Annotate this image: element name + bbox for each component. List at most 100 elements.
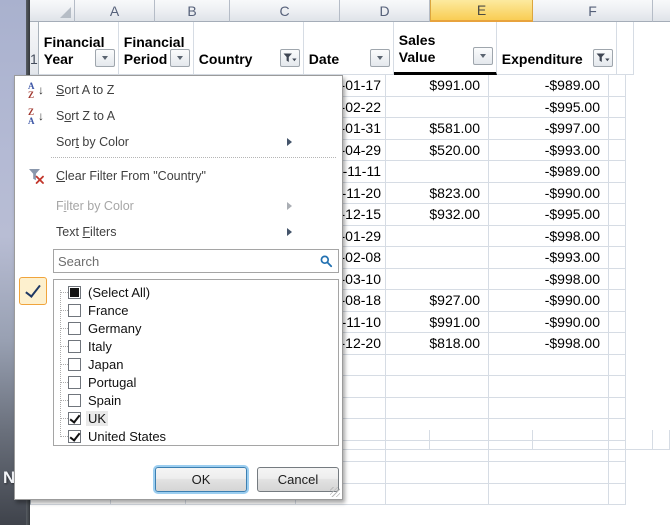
cell-g-sliver xyxy=(609,97,626,119)
filter-button-year[interactable] xyxy=(95,49,115,67)
cell-sales-value[interactable] xyxy=(386,226,489,248)
menu-item-sort-a-to-z[interactable]: AZ↓ Sort A to Z xyxy=(17,78,340,102)
cell-expenditure[interactable]: -$995.00 xyxy=(489,97,609,119)
cell-expenditure[interactable]: -$995.00 xyxy=(489,204,609,226)
column-header-d[interactable]: D xyxy=(340,0,430,22)
cell-date[interactable] xyxy=(340,430,430,450)
cell-expenditure[interactable]: -$989.00 xyxy=(489,161,609,183)
menu-item-sort-z-to-a[interactable]: ZA↓ Sort Z to A xyxy=(17,104,340,128)
column-header-f[interactable]: F xyxy=(533,0,653,22)
filter-value-row[interactable]: United States xyxy=(54,427,338,445)
filter-value-row[interactable]: Portugal xyxy=(54,373,338,391)
cell-sales-value[interactable]: $932.00 xyxy=(386,204,489,226)
filter-value-label: France xyxy=(86,303,130,318)
filter-button-period[interactable] xyxy=(170,49,190,67)
filter-value-row[interactable]: France xyxy=(54,301,338,319)
dropdown-arrow-icon xyxy=(480,54,486,58)
cell-sales-value[interactable] xyxy=(386,161,489,183)
cell-expenditure[interactable] xyxy=(489,484,609,506)
cell-g1-sliver xyxy=(617,22,634,75)
ok-button[interactable]: OK xyxy=(155,467,247,492)
cell-expenditure[interactable]: -$993.00 xyxy=(489,140,609,162)
filter-value-row[interactable]: Spain xyxy=(54,391,338,409)
apply-check-button[interactable] xyxy=(19,277,47,305)
cell-g-sliver xyxy=(609,140,626,162)
cell-sales-value[interactable] xyxy=(386,269,489,291)
cell-expenditure[interactable] xyxy=(489,462,609,484)
filter-value-row[interactable]: Italy xyxy=(54,337,338,355)
cell-expenditure[interactable]: -$998.00 xyxy=(489,269,609,291)
cell-expenditure[interactable] xyxy=(489,376,609,398)
filter-value-row[interactable]: (Select All) xyxy=(54,283,338,301)
cell-sales-value[interactable] xyxy=(386,398,489,420)
cell-sales-value[interactable] xyxy=(386,355,489,377)
cell-expenditure[interactable]: -$998.00 xyxy=(489,333,609,355)
checkbox-icon[interactable] xyxy=(68,394,81,407)
cell-sales-value[interactable] xyxy=(386,97,489,119)
cell-sales-value[interactable] xyxy=(430,430,533,450)
cell-sales-value[interactable] xyxy=(386,484,489,506)
cell-sales-value[interactable]: $823.00 xyxy=(386,183,489,205)
menu-item-text-filters[interactable]: Text Filters xyxy=(17,220,340,244)
cell-expenditure[interactable]: -$990.00 xyxy=(489,312,609,334)
cell-expenditure[interactable] xyxy=(489,398,609,420)
row-header-1[interactable]: 1 xyxy=(30,22,39,75)
cell-sales-value[interactable] xyxy=(386,247,489,269)
filter-button-sales-value[interactable] xyxy=(473,47,493,65)
column-header-a[interactable]: A xyxy=(75,0,155,22)
checkbox-icon[interactable] xyxy=(68,376,81,389)
cell-sales-value[interactable]: $927.00 xyxy=(386,290,489,312)
column-header-e-selected[interactable]: E xyxy=(430,0,533,22)
menu-item-clear-filter[interactable]: Clear Filter From "Country" xyxy=(17,164,340,188)
cell-expenditure[interactable]: -$989.00 xyxy=(489,75,609,97)
checkbox-icon[interactable] xyxy=(68,430,81,443)
cell-a1-financial-year[interactable]: Financial Year xyxy=(39,22,119,75)
cell-c1-country[interactable]: Country xyxy=(194,22,304,75)
cell-expenditure[interactable]: -$990.00 xyxy=(489,183,609,205)
cell-e1-sales-value-active[interactable]: Sales Value xyxy=(394,22,497,75)
checkbox-icon[interactable] xyxy=(68,412,81,425)
filter-button-expenditure-active[interactable] xyxy=(593,49,613,67)
search-icon[interactable] xyxy=(320,255,333,268)
filter-value-list: (Select All) France Germany Italy Japan … xyxy=(53,279,339,446)
cell-expenditure[interactable]: -$998.00 xyxy=(489,226,609,248)
filter-value-label: Japan xyxy=(86,357,125,372)
cell-sales-value[interactable]: $520.00 xyxy=(386,140,489,162)
cell-expenditure[interactable]: -$990.00 xyxy=(489,290,609,312)
cancel-button[interactable]: Cancel xyxy=(257,467,339,492)
filter-button-date[interactable] xyxy=(370,49,390,67)
filter-value-label: Germany xyxy=(86,321,143,336)
cell-expenditure[interactable] xyxy=(489,355,609,377)
checkbox-icon[interactable] xyxy=(68,358,81,371)
cell-sales-value[interactable]: $991.00 xyxy=(386,75,489,97)
cell-expenditure[interactable]: -$997.00 xyxy=(489,118,609,140)
cell-g-sliver xyxy=(609,226,626,248)
column-header-c[interactable]: C xyxy=(230,0,340,22)
menu-item-sort-by-color[interactable]: Sort by Color xyxy=(17,130,340,154)
checkbox-icon[interactable] xyxy=(68,304,81,317)
cell-expenditure[interactable]: -$993.00 xyxy=(489,247,609,269)
resize-grip[interactable] xyxy=(330,487,340,497)
cell-f1-expenditure[interactable]: Expenditure xyxy=(497,22,617,75)
search-input[interactable] xyxy=(54,254,320,269)
select-all-corner[interactable] xyxy=(30,0,75,22)
cell-sales-value[interactable]: $581.00 xyxy=(386,118,489,140)
cell-sales-value[interactable]: $818.00 xyxy=(386,333,489,355)
filter-value-row[interactable]: UK xyxy=(54,409,338,427)
cell-b1-financial-period[interactable]: Financial Period xyxy=(119,22,194,75)
checkbox-icon[interactable] xyxy=(68,340,81,353)
checkbox-icon[interactable] xyxy=(68,286,81,299)
filter-value-row[interactable]: Japan xyxy=(54,355,338,373)
cell-d1-date[interactable]: Date xyxy=(304,22,394,75)
cell-expenditure[interactable] xyxy=(533,430,653,450)
cell-sales-value[interactable] xyxy=(386,376,489,398)
cell-sales-value[interactable] xyxy=(386,462,489,484)
column-header-b[interactable]: B xyxy=(155,0,230,22)
filter-button-country-active[interactable] xyxy=(280,49,300,67)
cell-sales-value[interactable]: $991.00 xyxy=(386,312,489,334)
filter-value-label: Italy xyxy=(86,339,114,354)
checkbox-icon[interactable] xyxy=(68,322,81,335)
cell-g-sliver xyxy=(653,430,670,450)
cell-g-sliver xyxy=(609,398,626,420)
filter-value-row[interactable]: Germany xyxy=(54,319,338,337)
